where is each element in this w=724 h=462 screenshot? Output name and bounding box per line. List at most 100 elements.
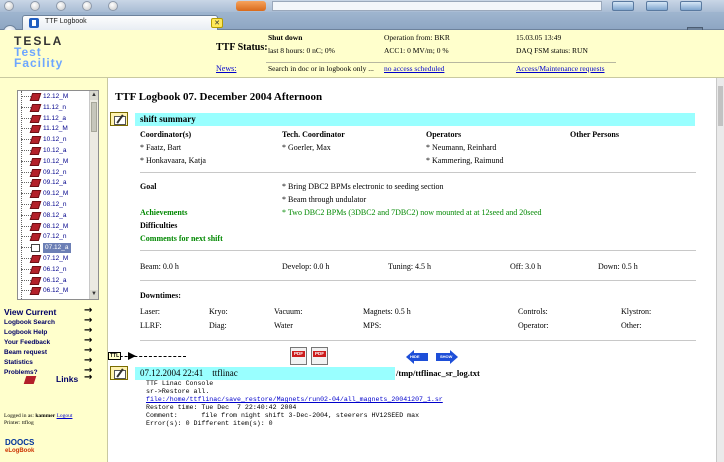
book-icon xyxy=(29,93,42,101)
tab-title: TTF Logbook xyxy=(45,18,87,25)
toolbar-button[interactable] xyxy=(646,1,668,11)
book-icon xyxy=(29,136,42,145)
browser-button[interactable] xyxy=(236,1,266,11)
window-button[interactable] xyxy=(56,1,66,11)
hide-arrow-icon[interactable]: HIDE xyxy=(406,350,430,364)
tree-connector xyxy=(21,150,31,151)
doocs-logo: DOOCS eLogBook xyxy=(5,439,34,455)
logout-link[interactable]: Logout xyxy=(57,413,73,419)
tree-item[interactable]: 08.12_M xyxy=(18,222,98,232)
tree-item[interactable]: 08.12_n xyxy=(18,200,98,210)
logbook-tree[interactable]: 12.12_M 11.12_n 11.12_a 11.12_M 10.12_n 10.12… xyxy=(17,90,99,300)
scroll-up-icon[interactable]: ▲ xyxy=(90,91,98,100)
problems-link[interactable]: Problems? xyxy=(4,369,38,376)
tree-item[interactable]: 11.12_a xyxy=(18,114,98,124)
tree-item-label: 09.12_M xyxy=(43,190,69,198)
edit-icon[interactable] xyxy=(110,112,128,126)
tree-item-label: 10.12_M xyxy=(43,157,69,165)
book-icon xyxy=(29,201,42,209)
page-scrollbar[interactable] xyxy=(716,78,724,462)
tree-item[interactable]: 09.12_n xyxy=(18,168,98,178)
tree-item[interactable]: 07.12_n xyxy=(18,232,98,242)
view-current-link[interactable]: View Current xyxy=(4,307,56,317)
window-button[interactable] xyxy=(82,1,92,11)
llrf-downtime: LLRF: xyxy=(140,321,162,330)
tree-item[interactable]: 10.12_M xyxy=(18,157,98,167)
scroll-thumb[interactable] xyxy=(718,86,723,126)
pdf-icon[interactable]: PDF xyxy=(290,347,307,365)
other-persons-heading: Other Persons xyxy=(570,130,619,139)
tree-connector xyxy=(21,225,31,227)
tree-item-label: 06.12_n xyxy=(43,265,67,273)
scroll-down-icon[interactable]: ▼ xyxy=(90,290,98,299)
window-button[interactable] xyxy=(30,1,40,11)
entry-tag: TTL xyxy=(108,352,122,360)
tree-item[interactable]: 11.12_n xyxy=(18,103,98,113)
toolbar-button[interactable] xyxy=(680,1,702,11)
tree-connector xyxy=(21,247,31,249)
book-icon xyxy=(29,287,42,296)
printer-info: Printer: ttflog xyxy=(4,420,34,426)
maintenance-requests-link[interactable]: Access/Maintenance requests xyxy=(516,64,605,73)
tree-item-label: 07.12_a xyxy=(43,243,71,254)
access-schedule-link[interactable]: no access scheduled xyxy=(384,64,444,73)
tree-item-label: 09.12_n xyxy=(43,168,67,176)
links-link[interactable]: Links xyxy=(56,374,78,384)
edit-icon[interactable] xyxy=(110,366,128,380)
tree-connector xyxy=(21,279,31,281)
book-icon xyxy=(29,255,42,263)
tree-scrollbar[interactable]: ▲ ▼ xyxy=(89,91,98,299)
arrow-head-icon xyxy=(128,352,136,360)
tree-item[interactable]: 06.12_M xyxy=(18,286,98,296)
achievement-item: * Two DBC2 BPMs (3DBC2 and 7DBC2) now mo… xyxy=(282,208,542,217)
beam-request-link[interactable]: Beam request xyxy=(4,349,47,356)
book-icon xyxy=(29,233,42,242)
show-arrow-icon[interactable]: SHOW xyxy=(436,350,460,364)
tree-item[interactable]: 10.12_a xyxy=(18,146,98,156)
tree-item[interactable]: 07.12_M xyxy=(18,254,98,264)
address-bar[interactable] xyxy=(272,1,602,11)
tree-item-label: 10.12_n xyxy=(43,136,67,144)
tech-coordinator-name: * Goerler, Max xyxy=(282,143,331,152)
news-link[interactable]: News: xyxy=(216,64,236,73)
tree-item[interactable]: 11.12_M xyxy=(18,124,98,134)
tree-item[interactable]: 06.12_n xyxy=(18,265,98,275)
book-icon xyxy=(29,125,42,134)
logbook-search-link[interactable]: Logbook Search xyxy=(4,319,55,326)
operator-downtime: Operator: xyxy=(518,321,549,330)
browser-tab[interactable]: TTF Logbook ✕ xyxy=(22,15,223,30)
close-tab-icon[interactable]: ✕ xyxy=(211,18,223,28)
tree-item[interactable]: 08.12_a xyxy=(18,211,98,221)
tree-connector xyxy=(21,182,31,184)
scroll-thumb[interactable] xyxy=(91,102,97,132)
statistics-link[interactable]: Statistics xyxy=(4,359,33,366)
tree-item[interactable]: 09.12_a xyxy=(18,178,98,188)
tree-connector xyxy=(21,204,31,205)
tuning-time: Tuning: 4.5 h xyxy=(388,262,432,271)
hide-label: HIDE xyxy=(410,354,420,359)
doocs-label: DOOCS xyxy=(5,438,35,447)
tree-item[interactable]: 12.12_M xyxy=(18,92,98,102)
your-feedback-link[interactable]: Your Feedback xyxy=(4,339,50,346)
book-icon xyxy=(31,244,40,253)
window-button[interactable] xyxy=(4,1,14,11)
tree-item[interactable]: 07.12_a xyxy=(18,243,98,254)
tree-connector xyxy=(21,96,31,97)
develop-time: Develop: 0.0 h xyxy=(282,262,330,271)
tree-item[interactable]: 09.12_M xyxy=(18,189,98,199)
book-icon xyxy=(29,190,42,199)
tree-item[interactable]: 06.12_a xyxy=(18,276,98,286)
controls-downtime: Controls: xyxy=(518,307,548,316)
logbook-help-link[interactable]: Logbook Help xyxy=(4,329,47,336)
pdf-label: PDF xyxy=(292,351,305,357)
separator-arrow xyxy=(110,356,186,357)
window-button[interactable] xyxy=(108,1,118,11)
pdf-icon[interactable]: PDF xyxy=(311,347,328,365)
tree-item-label: 06.12_a xyxy=(43,276,67,284)
toolbar-button[interactable] xyxy=(612,1,634,11)
restore-file-link[interactable]: file:/home/ttflinac/save_restore/Magnets… xyxy=(146,396,716,404)
tree-item-label: 11.12_n xyxy=(43,103,67,111)
kryo-downtime: Kryo: xyxy=(209,307,228,316)
tree-item[interactable]: 10.12_n xyxy=(18,135,98,145)
tree-connector xyxy=(21,171,31,173)
